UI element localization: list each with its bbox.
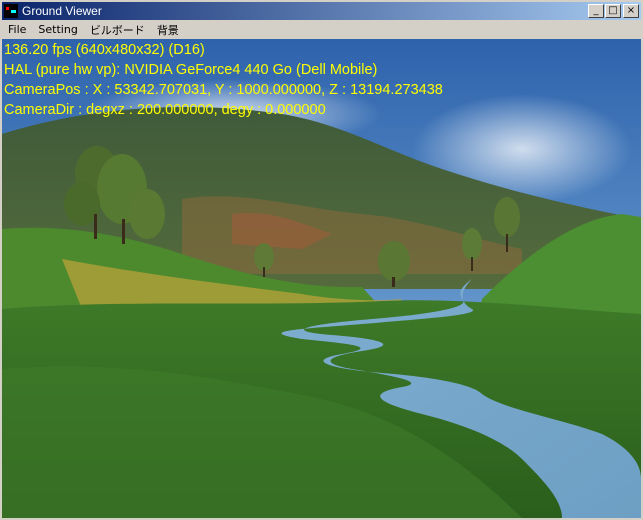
window-title: Ground Viewer xyxy=(22,4,102,18)
menu-file[interactable]: File xyxy=(2,23,32,36)
title-bar[interactable]: Ground Viewer _ □ × xyxy=(2,2,641,20)
window-controls: _ □ × xyxy=(587,4,639,18)
close-button[interactable]: × xyxy=(623,4,639,18)
app-icon[interactable] xyxy=(4,4,18,18)
menu-setting[interactable]: Setting xyxy=(32,23,83,36)
fps-readout: 136.20 fps (640x480x32) (D16) xyxy=(4,42,205,58)
camera-position: CameraPos : X : 53342.707031, Y : 1000.0… xyxy=(4,82,443,98)
ground-viewer-window: Ground Viewer _ □ × File Setting ビルボード 背… xyxy=(0,0,643,520)
debug-overlay: 136.20 fps (640x480x32) (D16) HAL (pure … xyxy=(4,40,443,120)
camera-direction: CameraDir : degxz : 200.000000, degy : 0… xyxy=(4,102,326,118)
maximize-button[interactable]: □ xyxy=(605,4,621,18)
minimize-button[interactable]: _ xyxy=(588,4,604,18)
menu-background[interactable]: 背景 xyxy=(151,22,185,38)
menu-bar: File Setting ビルボード 背景 xyxy=(2,20,641,39)
device-info: HAL (pure hw vp): NVIDIA GeForce4 440 Go… xyxy=(4,62,378,78)
menu-billboard[interactable]: ビルボード xyxy=(84,22,151,38)
3d-viewport[interactable]: 136.20 fps (640x480x32) (D16) HAL (pure … xyxy=(2,39,641,518)
